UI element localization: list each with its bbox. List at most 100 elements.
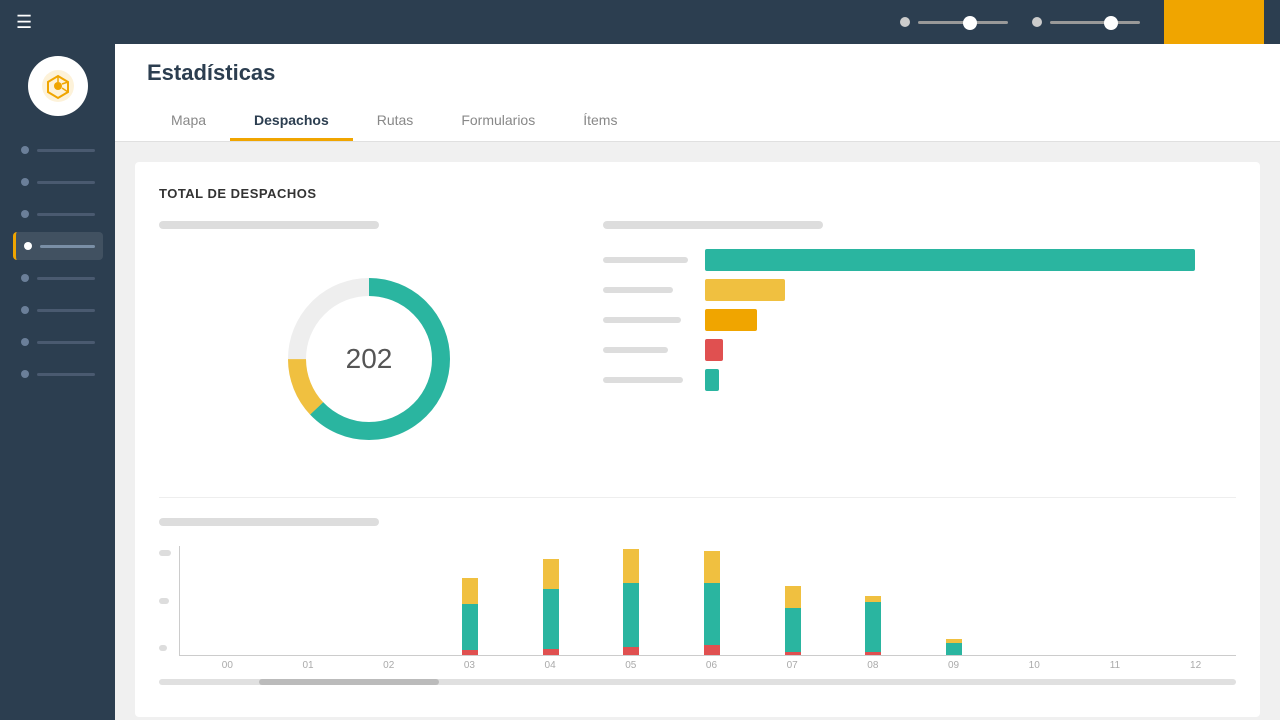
hbar-label-line-4 bbox=[603, 347, 668, 353]
hamburger-icon[interactable]: ☰ bbox=[16, 12, 32, 33]
sidebar-logo[interactable] bbox=[28, 56, 88, 116]
nav-dot-1 bbox=[900, 17, 910, 27]
donut-container: 202 bbox=[159, 253, 579, 465]
hbar-1 bbox=[705, 249, 1195, 271]
logo-icon bbox=[40, 68, 76, 104]
sidebar-dot-8 bbox=[21, 370, 29, 378]
x-label-10: 10 bbox=[994, 660, 1075, 671]
page-title: Estadísticas bbox=[147, 60, 1248, 86]
y-scale-bar bbox=[159, 550, 171, 556]
stacked-bar-chart bbox=[179, 546, 1236, 656]
sidebar-item-5[interactable] bbox=[13, 264, 103, 292]
bar-group-09 bbox=[913, 639, 994, 655]
nav-track-1[interactable] bbox=[918, 21, 1008, 24]
hbar-row-3 bbox=[603, 309, 1236, 331]
chart-scrollbar-track[interactable] bbox=[159, 679, 1236, 685]
sidebar-item-7[interactable] bbox=[13, 328, 103, 356]
sidebar-line-7 bbox=[37, 341, 95, 344]
bar-group-08 bbox=[833, 596, 914, 655]
main-layout: Estadísticas Mapa Despachos Rutas Formul… bbox=[0, 44, 1280, 720]
top-navbar: ☰ bbox=[0, 0, 1280, 44]
sidebar-item-1[interactable] bbox=[13, 136, 103, 164]
tab-despachos[interactable]: Despachos bbox=[230, 102, 353, 141]
bar-red-05 bbox=[623, 647, 639, 655]
bottom-header-bar bbox=[159, 518, 379, 526]
bar-red-08 bbox=[865, 652, 881, 655]
hbar-label-line-2 bbox=[603, 287, 673, 293]
tab-rutas[interactable]: Rutas bbox=[353, 102, 438, 141]
sidebar-item-6[interactable] bbox=[13, 296, 103, 324]
hbar-4 bbox=[705, 339, 723, 361]
sidebar-item-3[interactable] bbox=[13, 200, 103, 228]
sidebar-line-8 bbox=[37, 373, 95, 376]
nav-track-2[interactable] bbox=[1050, 21, 1140, 24]
hbar-2 bbox=[705, 279, 785, 301]
hbar-row-1 bbox=[603, 249, 1236, 271]
nav-slider-1[interactable] bbox=[900, 17, 1008, 27]
hbar-label-1 bbox=[603, 257, 693, 263]
sidebar-line-1 bbox=[37, 149, 95, 152]
sidebar-line-6 bbox=[37, 309, 95, 312]
sidebar-item-4[interactable] bbox=[13, 232, 103, 260]
sidebar-dot-7 bbox=[21, 338, 29, 346]
tab-mapa[interactable]: Mapa bbox=[147, 102, 230, 141]
bar-yellow-05 bbox=[623, 549, 639, 583]
bar-teal-06 bbox=[704, 583, 720, 645]
nav-slider-2[interactable] bbox=[1032, 17, 1140, 27]
horizontal-bar-chart bbox=[603, 249, 1236, 391]
x-label-02: 02 bbox=[348, 660, 429, 671]
sidebar-dot-5 bbox=[21, 274, 29, 282]
sidebar-item-2[interactable] bbox=[13, 168, 103, 196]
nav-dot-2 bbox=[1032, 17, 1042, 27]
bar-red-04 bbox=[543, 649, 559, 655]
bar-teal-05 bbox=[623, 583, 639, 647]
bar-group-03 bbox=[430, 578, 511, 655]
x-label-08: 08 bbox=[833, 660, 914, 671]
nav-thumb-2 bbox=[1104, 16, 1118, 30]
sidebar-dot-2 bbox=[21, 178, 29, 186]
bar-teal-04 bbox=[543, 589, 559, 649]
nav-controls bbox=[900, 0, 1264, 44]
sidebar-dot-3 bbox=[21, 210, 29, 218]
nav-action-button[interactable] bbox=[1164, 0, 1264, 44]
sidebar-dot-1 bbox=[21, 146, 29, 154]
hbar-label-2 bbox=[603, 287, 693, 293]
x-label-03: 03 bbox=[429, 660, 510, 671]
x-label-11: 11 bbox=[1075, 660, 1156, 671]
hbar-label-5 bbox=[603, 377, 693, 383]
hbar-3 bbox=[705, 309, 757, 331]
tab-formularios[interactable]: Formularios bbox=[437, 102, 559, 141]
hbar-label-line-1 bbox=[603, 257, 688, 263]
x-axis-labels: 00 01 02 03 04 05 06 07 08 09 10 bbox=[179, 660, 1236, 671]
x-label-12: 12 bbox=[1155, 660, 1236, 671]
bar-red-06 bbox=[704, 645, 720, 655]
sidebar-line-5 bbox=[37, 277, 95, 280]
hbar-label-3 bbox=[603, 317, 693, 323]
sidebar-dot-6 bbox=[21, 306, 29, 314]
upper-section: 202 bbox=[159, 221, 1236, 465]
hbar-row-2 bbox=[603, 279, 1236, 301]
donut-chart: 202 bbox=[279, 269, 459, 449]
hbar-row-4 bbox=[603, 339, 1236, 361]
sidebar-dot-4 bbox=[24, 242, 32, 250]
x-label-06: 06 bbox=[671, 660, 752, 671]
bar-yellow-03 bbox=[462, 578, 478, 604]
donut-label-bar bbox=[159, 221, 379, 229]
sidebar-item-8[interactable] bbox=[13, 360, 103, 388]
stacked-bar-chart-container: 00 01 02 03 04 05 06 07 08 09 10 bbox=[159, 546, 1236, 685]
bar-red-07 bbox=[785, 652, 801, 655]
bar-yellow-04 bbox=[543, 559, 559, 589]
stats-card: TOTAL DE DESPACHOS bbox=[135, 162, 1260, 717]
card-title: TOTAL DE DESPACHOS bbox=[159, 186, 1236, 201]
y-scale-bar bbox=[159, 645, 167, 651]
bar-teal-09 bbox=[946, 643, 962, 655]
tab-items[interactable]: Ítems bbox=[559, 102, 641, 141]
nav-thumb-1 bbox=[963, 16, 977, 30]
hbar-label-4 bbox=[603, 347, 693, 353]
tab-bar: Mapa Despachos Rutas Formularios Ítems bbox=[147, 102, 1248, 141]
page-header: Estadísticas Mapa Despachos Rutas Formul… bbox=[115, 44, 1280, 142]
content-area: Estadísticas Mapa Despachos Rutas Formul… bbox=[115, 44, 1280, 720]
bar-yellow-06 bbox=[704, 551, 720, 583]
bar-red-03 bbox=[462, 650, 478, 655]
chart-scrollbar-thumb[interactable] bbox=[259, 679, 439, 685]
